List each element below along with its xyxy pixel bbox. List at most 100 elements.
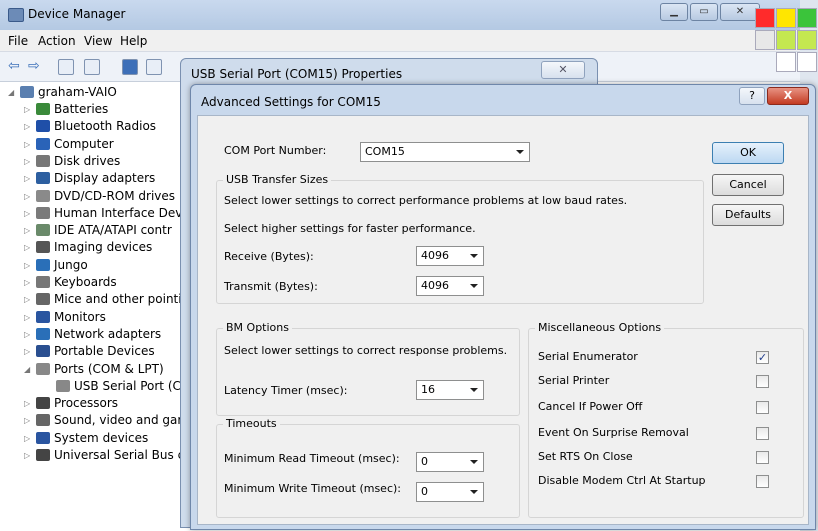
expand-arrow-icon[interactable]: ▷ — [24, 239, 30, 256]
expand-arrow-icon[interactable]: ▷ — [24, 447, 30, 464]
tree-root[interactable]: ◢ graham-VAIO — [8, 84, 117, 101]
transmit-select[interactable]: 4096 — [416, 276, 484, 296]
menu-action[interactable]: Action — [38, 34, 76, 48]
expand-arrow-icon[interactable]: ▷ — [24, 257, 30, 274]
device-category-icon — [36, 103, 50, 115]
expand-arrow-icon[interactable]: ▷ — [24, 205, 30, 222]
read-timeout-select[interactable]: 0 — [416, 452, 484, 472]
tree-item[interactable]: ▷ System devices — [24, 430, 148, 447]
chevron-down-icon — [470, 254, 478, 258]
advanced-titlebar[interactable]: Advanced Settings for COM15 ? X — [191, 85, 815, 115]
close-button[interactable]: ✕ — [720, 3, 760, 21]
tree-item[interactable]: ▷ Portable Devices — [24, 343, 155, 360]
expand-arrow-icon[interactable]: ▷ — [24, 309, 30, 326]
menu-file[interactable]: File — [8, 34, 28, 48]
forward-arrow-icon[interactable]: ⇨ — [28, 59, 44, 75]
advanced-title: Advanced Settings for COM15 — [201, 95, 381, 109]
device-manager-titlebar[interactable]: Device Manager ▁ ▭ ✕ — [0, 0, 800, 30]
back-arrow-icon[interactable]: ⇦ — [8, 59, 24, 75]
com-port-select[interactable]: COM15 — [360, 142, 530, 162]
tree-child-item[interactable]: USB Serial Port (C — [56, 378, 181, 395]
expand-arrow-icon[interactable]: ▷ — [24, 291, 30, 308]
help-icon[interactable] — [122, 59, 138, 75]
write-timeout-select[interactable]: 0 — [416, 482, 484, 502]
tree-item[interactable]: ▷ Display adapters — [24, 170, 155, 187]
defaults-button[interactable]: Defaults — [712, 204, 784, 226]
tree-item[interactable]: ▷ Jungo — [24, 257, 88, 274]
tree-item[interactable]: ▷ Disk drives — [24, 153, 120, 170]
expand-arrow-icon[interactable]: ▷ — [24, 326, 30, 343]
tree-item-label: IDE ATA/ATAPI contr — [54, 223, 172, 238]
expand-arrow-icon[interactable]: ▷ — [24, 274, 30, 291]
tree-item[interactable]: ▷ Keyboards — [24, 274, 117, 291]
tree-item[interactable]: ▷ Sound, video and gar — [24, 412, 182, 429]
tree-item[interactable]: ▷ Bluetooth Radios — [24, 118, 156, 135]
expand-arrow-icon[interactable]: ▷ — [24, 118, 30, 135]
chevron-down-icon — [470, 490, 478, 494]
minimize-button[interactable]: ▁ — [660, 3, 688, 21]
device-category-icon — [36, 172, 50, 185]
menu-view[interactable]: View — [84, 34, 112, 48]
tree-root-label: graham-VAIO — [38, 85, 117, 99]
tree-item-label: Monitors — [54, 309, 106, 324]
tree-item[interactable]: ▷ Computer — [24, 136, 114, 153]
usb-description-2: Select higher settings for faster perfor… — [224, 222, 476, 235]
properties-icon[interactable] — [84, 59, 100, 75]
cancel-button[interactable]: Cancel — [712, 174, 784, 196]
device-category-icon — [36, 327, 50, 340]
tree-item[interactable]: ▷ Processors — [24, 395, 118, 412]
show-hide-tree-icon[interactable] — [58, 59, 74, 75]
tree-item[interactable]: ▷ Batteries — [24, 101, 108, 118]
help-button[interactable]: ? — [739, 87, 765, 105]
expand-arrow-icon[interactable]: ▷ — [24, 188, 30, 205]
tree-item[interactable]: ▷ Universal Serial Bus c — [24, 447, 184, 464]
ok-button[interactable]: OK — [712, 142, 784, 164]
tree-item-label: Imaging devices — [54, 240, 153, 255]
tree-item[interactable]: ▷ Imaging devices — [24, 239, 153, 256]
misc-option-checkbox[interactable] — [756, 401, 769, 414]
misc-group-title: Miscellaneous Options — [535, 321, 665, 334]
swatch-white — [776, 52, 796, 72]
tree-item[interactable]: ▷ Network adapters — [24, 326, 161, 343]
swatch-light — [755, 30, 775, 50]
tree-item[interactable]: ▷ Mice and other pointi — [24, 291, 182, 308]
expand-arrow-icon[interactable]: ▷ — [24, 222, 30, 239]
window-title: Device Manager — [28, 7, 126, 21]
properties-titlebar[interactable]: USB Serial Port (COM15) Properties ✕ — [181, 59, 597, 87]
tree-item[interactable]: ▷ DVD/CD-ROM drives — [24, 188, 175, 205]
expand-arrow-icon[interactable]: ◢ — [8, 84, 14, 101]
device-category-icon — [36, 414, 50, 427]
maximize-button[interactable]: ▭ — [690, 3, 718, 21]
misc-option-label: Event On Surprise Removal — [538, 426, 689, 439]
expand-arrow-icon[interactable]: ▷ — [24, 412, 30, 429]
misc-option-checkbox[interactable]: ✓ — [756, 351, 769, 364]
expand-arrow-icon[interactable]: ▷ — [24, 343, 30, 360]
latency-select[interactable]: 16 — [416, 380, 484, 400]
misc-option-checkbox[interactable] — [756, 427, 769, 440]
action-pane-icon[interactable] — [146, 59, 162, 75]
expand-arrow-icon[interactable]: ◢ — [24, 361, 30, 378]
tree-item[interactable]: ▷ Human Interface Devi — [24, 205, 186, 222]
properties-close-button[interactable]: ✕ — [541, 61, 585, 79]
misc-option-checkbox[interactable] — [756, 475, 769, 488]
expand-arrow-icon[interactable]: ▷ — [24, 170, 30, 187]
device-manager-icon — [8, 8, 24, 22]
misc-option-checkbox[interactable] — [756, 375, 769, 388]
expand-arrow-icon[interactable]: ▷ — [24, 395, 30, 412]
expand-arrow-icon[interactable]: ▷ — [24, 101, 30, 118]
read-timeout-label: Minimum Read Timeout (msec): — [224, 452, 400, 465]
device-category-icon — [36, 449, 50, 461]
receive-select[interactable]: 4096 — [416, 246, 484, 266]
receive-value: 4096 — [421, 249, 449, 262]
misc-option-label: Cancel If Power Off — [538, 400, 643, 413]
expand-arrow-icon[interactable]: ▷ — [24, 153, 30, 170]
dialog-close-button[interactable]: X — [767, 87, 809, 105]
tree-item[interactable]: ▷ Monitors — [24, 309, 106, 326]
misc-option-checkbox[interactable] — [756, 451, 769, 464]
expand-arrow-icon[interactable]: ▷ — [24, 430, 30, 447]
tree-item[interactable]: ◢ Ports (COM & LPT) — [24, 361, 164, 378]
menu-help[interactable]: Help — [120, 34, 147, 48]
tree-item[interactable]: ▷ IDE ATA/ATAPI contr — [24, 222, 172, 239]
expand-arrow-icon[interactable]: ▷ — [24, 136, 30, 153]
receive-label: Receive (Bytes): — [224, 250, 314, 263]
